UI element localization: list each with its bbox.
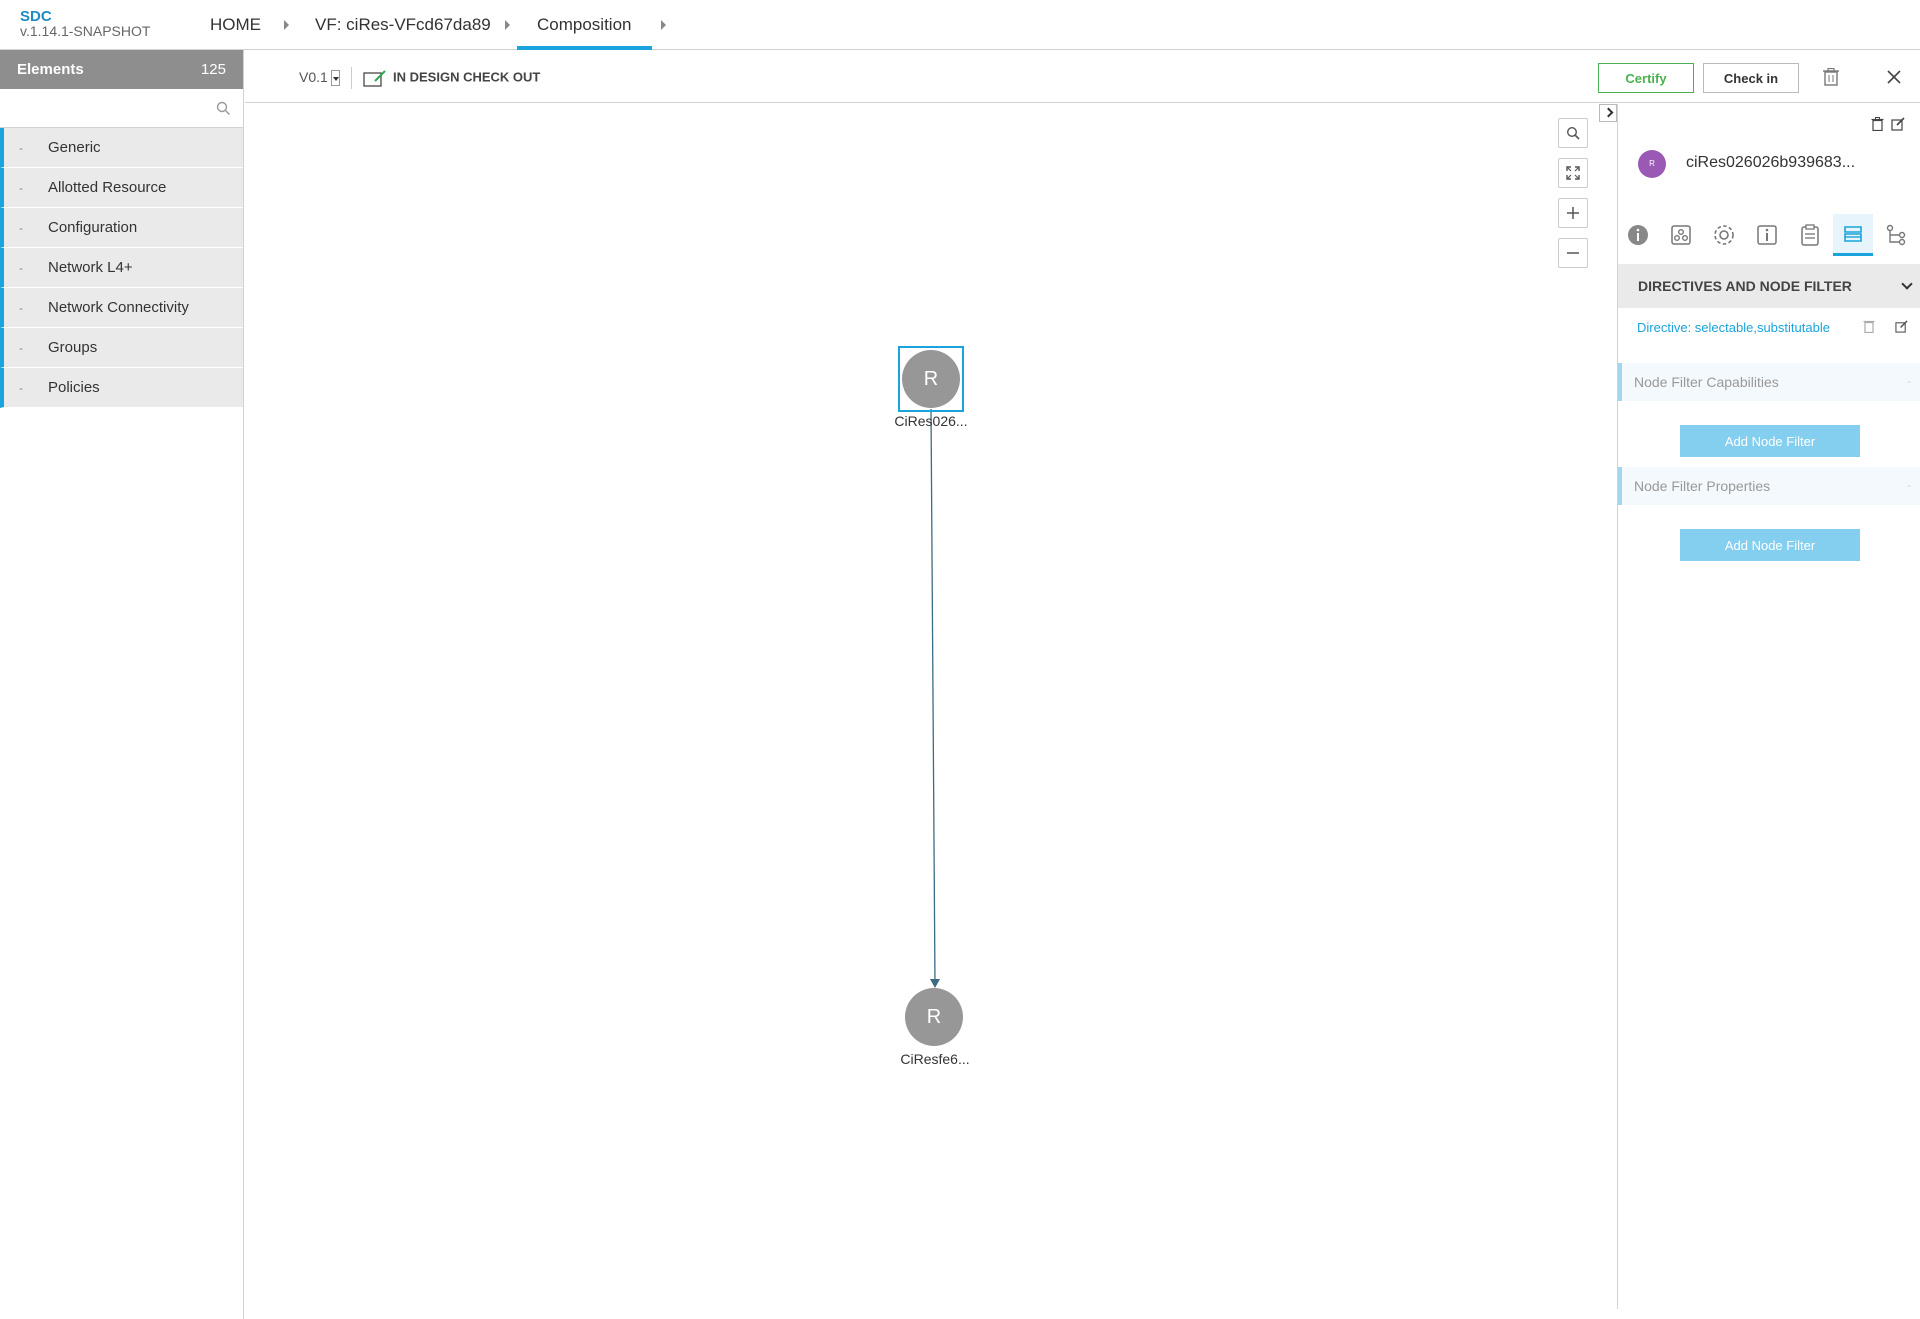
search-icon bbox=[1566, 126, 1580, 140]
minus-icon bbox=[1567, 252, 1579, 254]
lifecycle-state-label: IN DESIGN CHECK OUT bbox=[393, 69, 541, 85]
tab-information-artifacts[interactable] bbox=[1747, 214, 1787, 256]
trash-icon[interactable] bbox=[1823, 68, 1839, 86]
app-name: SDC bbox=[20, 8, 52, 25]
add-capability-filter-button[interactable]: Add Node Filter bbox=[1680, 425, 1860, 457]
node-label: CiResfe6... bbox=[900, 1051, 970, 1067]
palette-group-network-connectivity[interactable]: - Network Connectivity bbox=[0, 288, 243, 328]
properties-title: Node Filter Properties bbox=[1634, 478, 1771, 494]
checkout-icon bbox=[363, 70, 386, 87]
palette-group-generic[interactable]: - Generic bbox=[0, 128, 243, 168]
canvas-search-button[interactable] bbox=[1558, 118, 1588, 148]
tab-api-artifacts[interactable] bbox=[1790, 214, 1830, 256]
palette-group-network-l4[interactable]: - Network L4+ bbox=[0, 248, 243, 288]
panel-collapse-button[interactable] bbox=[1599, 104, 1617, 122]
version-select[interactable]: V0.1 bbox=[299, 69, 340, 87]
search-icon[interactable] bbox=[216, 101, 231, 116]
certify-button[interactable]: Certify bbox=[1598, 63, 1694, 93]
component-node[interactable]: R bbox=[905, 988, 963, 1046]
tab-general-info[interactable] bbox=[1618, 214, 1658, 256]
relationship-edge[interactable] bbox=[245, 104, 1545, 1004]
palette-count: 125 bbox=[200, 61, 226, 78]
collapse-dash-icon[interactable]: - bbox=[1907, 467, 1911, 505]
layers-icon bbox=[1844, 225, 1862, 242]
app-version: v.1.14.1-SNAPSHOT bbox=[20, 23, 151, 39]
check-in-button[interactable]: Check in bbox=[1703, 63, 1799, 93]
chevron-down-icon[interactable] bbox=[330, 70, 340, 87]
gear-icon bbox=[1714, 225, 1734, 245]
tab-deployment-artifacts[interactable] bbox=[1661, 214, 1701, 256]
collapse-dash-icon: - bbox=[19, 301, 23, 315]
palette-search-input[interactable] bbox=[10, 89, 210, 127]
component-node[interactable]: R bbox=[902, 350, 960, 408]
component-details-panel: R ciRes026026b939683... DIRECTIVES AND N… bbox=[1617, 104, 1920, 1309]
component-name: ciRes026026b939683... bbox=[1686, 154, 1856, 171]
hierarchy-icon bbox=[1886, 224, 1906, 246]
palette-group-label: Generic bbox=[48, 139, 101, 156]
node-filter-properties-header[interactable]: Node Filter Properties - bbox=[1618, 467, 1920, 505]
palette-group-configuration[interactable]: - Configuration bbox=[0, 208, 243, 248]
palette-group-allotted-resource[interactable]: - Allotted Resource bbox=[0, 168, 243, 208]
breadcrumb-arrow-icon[interactable] bbox=[661, 20, 666, 30]
elements-palette: Elements 125 - Generic - Allotted Resour… bbox=[0, 50, 244, 1319]
tab-directives[interactable] bbox=[1833, 214, 1873, 256]
chevron-down-icon[interactable] bbox=[1901, 278, 1913, 290]
workspace-toolbar: V0.1 IN DESIGN CHECK OUT Certify Check i… bbox=[245, 50, 1920, 103]
clipboard-icon bbox=[1801, 224, 1819, 246]
component-avatar: R bbox=[1638, 150, 1666, 178]
app-logo[interactable]: SDC v.1.14.1-SNAPSHOT bbox=[20, 9, 150, 39]
section-title: DIRECTIVES AND NODE FILTER bbox=[1638, 278, 1852, 294]
zoom-in-button[interactable] bbox=[1558, 198, 1588, 228]
close-icon[interactable] bbox=[1887, 70, 1901, 84]
collapse-dash-icon: - bbox=[19, 261, 23, 275]
breadcrumb-home[interactable]: HOME bbox=[210, 0, 261, 50]
edit-icon[interactable] bbox=[1891, 117, 1905, 131]
breadcrumb-arrow-icon[interactable] bbox=[284, 20, 289, 30]
palette-group-label: Network Connectivity bbox=[48, 299, 189, 316]
add-property-filter-button[interactable]: Add Node Filter bbox=[1680, 529, 1860, 561]
palette-group-label: Groups bbox=[48, 339, 98, 356]
palette-header: Elements 125 bbox=[0, 50, 243, 89]
expand-icon bbox=[1566, 166, 1580, 180]
collapse-dash-icon: - bbox=[19, 141, 23, 155]
composition-canvas[interactable]: R CiRes026... R CiResfe6... bbox=[245, 104, 1617, 1309]
collapse-dash-icon: - bbox=[19, 181, 23, 195]
palette-title: Elements bbox=[17, 61, 84, 78]
directives-section-header[interactable]: DIRECTIVES AND NODE FILTER bbox=[1618, 264, 1920, 308]
breadcrumb-composition[interactable]: Composition bbox=[517, 0, 652, 50]
palette-group-label: Network L4+ bbox=[48, 259, 133, 276]
palette-group-label: Configuration bbox=[48, 219, 138, 236]
info-icon bbox=[1628, 225, 1648, 245]
panel-tabs bbox=[1618, 214, 1920, 256]
palette-group-policies[interactable]: - Policies bbox=[0, 368, 243, 408]
node-filter-capabilities-header[interactable]: Node Filter Capabilities - bbox=[1618, 363, 1920, 401]
zoom-out-button[interactable] bbox=[1558, 238, 1588, 268]
trash-icon[interactable] bbox=[1871, 117, 1884, 131]
collapse-dash-icon: - bbox=[19, 221, 23, 235]
tab-requirements-capabilities[interactable] bbox=[1876, 214, 1916, 256]
capabilities-title: Node Filter Capabilities bbox=[1634, 374, 1779, 390]
lifecycle-state: IN DESIGN CHECK OUT bbox=[363, 69, 540, 87]
palette-group-groups[interactable]: - Groups bbox=[0, 328, 243, 368]
breadcrumb-vf[interactable]: VF: ciRes-VFcd67da89 bbox=[315, 0, 491, 50]
toolbar-divider bbox=[351, 67, 352, 89]
plus-icon bbox=[1567, 207, 1579, 219]
palette-group-label: Allotted Resource bbox=[48, 179, 167, 196]
info-square-icon bbox=[1757, 225, 1777, 245]
palette-search bbox=[0, 89, 243, 128]
artifacts-icon bbox=[1671, 225, 1691, 245]
collapse-dash-icon: - bbox=[19, 381, 23, 395]
edit-icon[interactable] bbox=[1895, 320, 1908, 333]
breadcrumb-arrow-icon[interactable] bbox=[505, 20, 510, 30]
top-header: SDC v.1.14.1-SNAPSHOT HOME VF: ciRes-VFc… bbox=[0, 0, 1920, 50]
node-label: CiRes026... bbox=[894, 413, 968, 429]
collapse-dash-icon[interactable]: - bbox=[1907, 363, 1911, 401]
tab-properties[interactable] bbox=[1704, 214, 1744, 256]
directive-value[interactable]: Directive: selectable,substitutable bbox=[1637, 320, 1830, 335]
palette-group-label: Policies bbox=[48, 379, 100, 396]
collapse-dash-icon: - bbox=[19, 341, 23, 355]
version-value: V0.1 bbox=[299, 69, 328, 85]
fit-to-screen-button[interactable] bbox=[1558, 158, 1588, 188]
trash-icon[interactable] bbox=[1863, 319, 1875, 333]
